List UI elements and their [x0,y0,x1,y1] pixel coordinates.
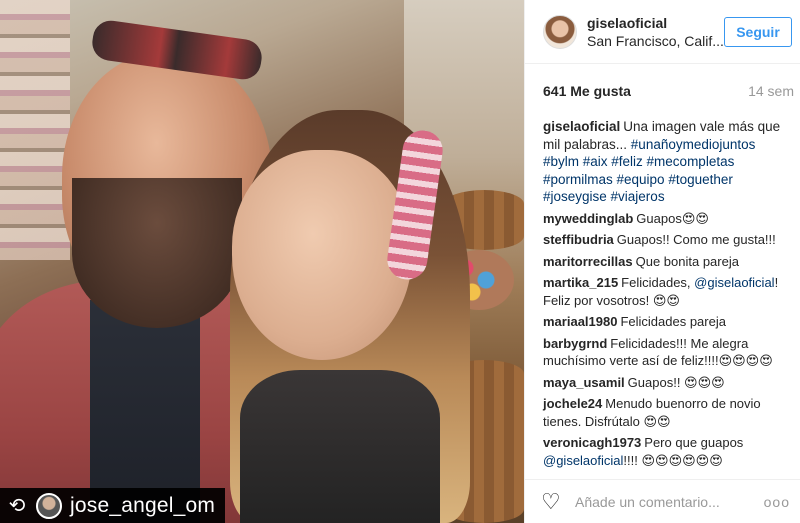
repost-username[interactable]: jose_angel_om [70,494,215,518]
author-username[interactable]: giselaoficial [587,15,724,31]
comment-item: steffibudria Guapos!! Como me gusta!!! [543,231,794,249]
comment-bar: ♡ Añade un comentario... ooo [525,479,800,523]
likes-count[interactable]: 641 Me gusta [543,83,631,99]
comment-item: mariaal1980 Felicidades pareja [543,313,794,331]
comment-username[interactable]: myweddinglab [543,211,633,226]
comment-text: Que bonita pareja [635,253,739,269]
comment-input[interactable]: Añade un comentario... [575,494,764,510]
comment-item: maritorrecillas Que bonita pareja [543,253,794,271]
heart-icon[interactable]: ♡ [541,490,563,512]
post-photo[interactable]: ⟲ jose_angel_om [0,0,524,523]
comment-username[interactable]: mariaal1980 [543,314,617,329]
comment-emoji: 😍😍 [643,413,671,429]
comment-item: maya_usamil Guapos!! 😍😍😍 [543,374,794,392]
repost-icon: ⟲ [8,495,26,517]
comment-username[interactable]: steffibudria [543,232,614,247]
comment-username[interactable]: martika_215 [543,275,618,290]
comment-mention[interactable]: @giselaoficial [543,453,623,468]
comment-username[interactable]: veronicagh1973 [543,435,641,450]
man-beard [72,178,242,328]
post-location[interactable]: San Francisco, Calif... [587,33,724,49]
comment-emoji: 😍😍 [652,292,680,308]
woman-top [240,370,440,523]
post-age[interactable]: 14 sem [748,83,794,99]
comment-text: Guapos!! [627,374,685,390]
comment-item: myweddinglab Guapos😍😍 [543,210,794,228]
comment-list: giselaoficial Una imagen vale más que mil… [543,118,794,473]
candy-shelf-left [0,0,70,260]
comment-text: Felicidades pareja [620,314,726,329]
comment-username[interactable]: maya_usamil [543,375,625,390]
avatar[interactable] [543,14,577,49]
author-info: giselaoficial San Francisco, Calif... [587,15,724,49]
comment-item: veronicagh1973 Pero que guapos @giselaofi… [543,434,794,469]
caption-username[interactable]: giselaoficial [543,119,620,134]
comment-text: Guapos [636,210,682,226]
comment-username[interactable]: barbygrnd [543,336,607,351]
comment-username[interactable]: maritorrecillas [543,254,633,269]
comment-username[interactable]: jochele24 [543,396,602,411]
comment-emoji: 😍😍😍 [684,374,725,390]
woman-face [232,150,412,360]
comment-text: Felicidades, [621,275,695,290]
more-options-icon[interactable]: ooo [764,494,790,510]
comment-mention[interactable]: @giselaoficial [694,275,774,290]
comment-text-after: !!!! [623,452,642,468]
post-sidebar: giselaoficial San Francisco, Calif... Se… [524,0,800,523]
comment-text: Guapos!! Como me gusta!!! [616,232,776,247]
post-stats: 641 Me gusta 14 sem [525,64,800,118]
caption: giselaoficial Una imagen vale más que mil… [543,118,794,206]
repost-avatar [36,492,62,519]
comment-emoji: 😍😍😍😍😍😍 [641,452,723,468]
comment-text: Pero que guapos [644,435,744,450]
follow-button[interactable]: Seguir [724,16,792,47]
comment-emoji: 😍😍😍😍 [718,353,773,368]
comment-item: martika_215 Felicidades, @giselaoficial! … [543,274,794,309]
repost-badge[interactable]: ⟲ jose_angel_om [0,488,226,523]
comment-item: barbygrnd Felicidades!!! Me alegra muchís… [543,335,794,370]
comment-emoji: 😍😍 [681,210,709,226]
post-header: giselaoficial San Francisco, Calif... Se… [525,0,800,64]
comment-item: jochele24 Menudo buenorro de novio tienes… [543,395,794,430]
